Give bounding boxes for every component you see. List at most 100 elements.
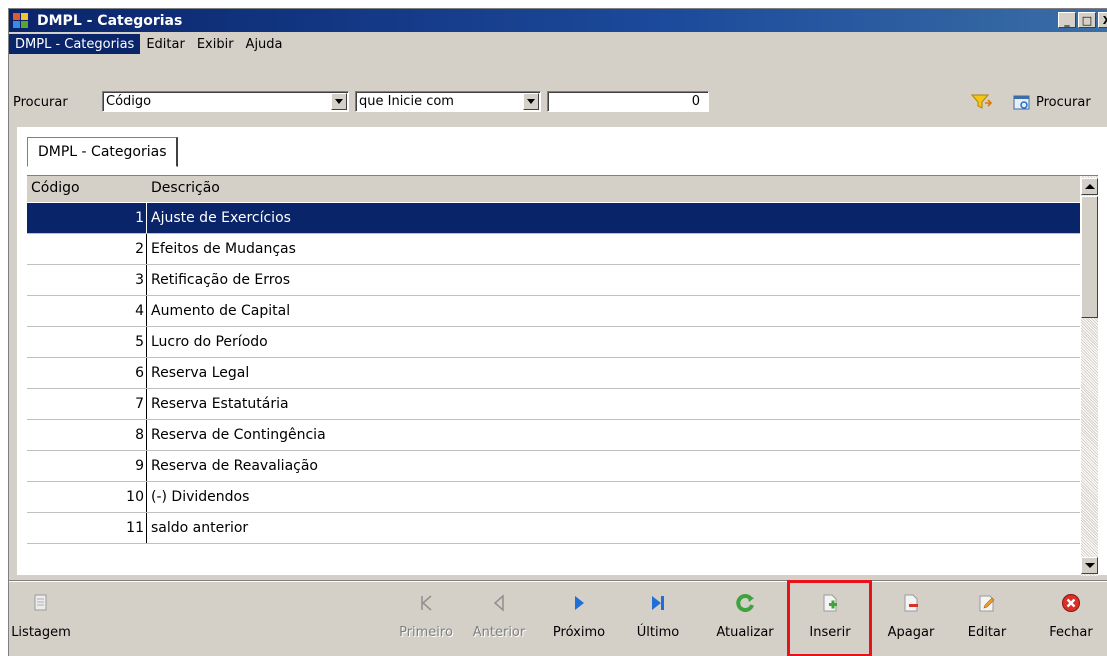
content-panel: DMPL - Categorias Código Descrição 1 Aju… (17, 127, 1107, 576)
cell-codigo: 9 (27, 451, 147, 481)
search-button-label: Procurar (1036, 94, 1091, 110)
editar-button[interactable]: Editar (961, 583, 1013, 656)
search-field-value: Código (106, 94, 152, 109)
cell-descricao: Ajuste de Exercícios (151, 210, 291, 226)
maximize-button[interactable]: □ (1078, 12, 1096, 28)
table-row[interactable]: 5 Lucro do Período (27, 327, 1080, 358)
data-grid: Código Descrição 1 Ajuste de Exercícios … (27, 175, 1098, 576)
vertical-scrollbar[interactable] (1081, 176, 1098, 576)
proximo-label: Próximo (552, 625, 606, 640)
search-field-select[interactable]: Código (102, 91, 349, 112)
table-row[interactable]: 3 Retificação de Erros (27, 265, 1080, 296)
cell-descricao: Reserva de Reavaliação (151, 458, 318, 474)
bottom-toolbar: Listagem Primeiro Anterior Próximo Últim (9, 583, 1107, 656)
app-icon (13, 12, 29, 29)
chevron-down-icon[interactable] (523, 93, 539, 110)
ultimo-button[interactable]: Último (633, 583, 683, 656)
cell-codigo: 11 (27, 513, 147, 543)
previous-record-icon (489, 593, 509, 613)
table-row[interactable]: 4 Aumento de Capital (27, 296, 1080, 327)
cell-codigo: 2 (27, 234, 147, 264)
primeiro-button[interactable]: Primeiro (395, 583, 457, 656)
cell-descricao: Lucro do Período (151, 334, 268, 350)
close-window-button[interactable]: X (1098, 12, 1107, 28)
cell-descricao: Reserva Estatutária (151, 396, 289, 412)
menu-exibir[interactable]: Exibir (191, 34, 240, 54)
table-row[interactable]: 9 Reserva de Reavaliação (27, 451, 1080, 482)
cell-codigo: 1 (27, 203, 147, 233)
grid-rows: 1 Ajuste de Exercícios 2 Efeitos de Muda… (27, 203, 1080, 544)
first-record-icon (416, 593, 436, 613)
cell-descricao: Reserva de Contingência (151, 427, 326, 443)
menu-ajuda[interactable]: Ajuda (240, 34, 289, 54)
table-row[interactable]: 7 Reserva Estatutária (27, 389, 1080, 420)
cell-codigo: 10 (27, 482, 147, 512)
anterior-label: Anterior (472, 625, 526, 640)
window-controls: _ □ X (1058, 12, 1107, 28)
report-icon (31, 593, 51, 613)
table-row[interactable]: 10 (-) Dividendos (27, 482, 1080, 513)
tab-dmpl-categorias[interactable]: DMPL - Categorias (27, 137, 179, 167)
cell-descricao: Retificação de Erros (151, 272, 291, 288)
cell-codigo: 7 (27, 389, 147, 419)
cell-descricao: (-) Dividendos (151, 489, 250, 505)
search-button[interactable]: Procurar (1013, 91, 1091, 113)
chevron-down-icon[interactable] (331, 93, 347, 110)
column-header-descricao[interactable]: Descrição (151, 180, 220, 196)
ultimo-label: Último (636, 625, 680, 640)
search-bar: Procurar Código que Inicie com 0 Procura… (9, 91, 1107, 115)
cell-codigo: 6 (27, 358, 147, 388)
search-label: Procurar (13, 95, 68, 110)
search-icon (1013, 94, 1031, 111)
column-header-codigo[interactable]: Código (31, 180, 80, 196)
table-row[interactable]: 11 saldo anterior (27, 513, 1080, 544)
table-row[interactable]: 8 Reserva de Contingência (27, 420, 1080, 451)
edit-document-icon (977, 593, 997, 613)
fechar-label: Fechar (1049, 625, 1093, 640)
atualizar-label: Atualizar (716, 625, 774, 640)
menu-bar: DMPL - Categorias Editar Exibir Ajuda (9, 33, 1107, 55)
cell-descricao: saldo anterior (151, 520, 249, 536)
scroll-up-icon[interactable] (1081, 178, 1098, 195)
close-icon (1061, 593, 1081, 613)
next-record-icon (569, 593, 589, 613)
cell-codigo: 8 (27, 420, 147, 450)
atualizar-button[interactable]: Atualizar (709, 583, 781, 656)
menu-dmpl-categorias[interactable]: DMPL - Categorias (9, 34, 141, 54)
proximo-button[interactable]: Próximo (544, 583, 614, 656)
listagem-button[interactable]: Listagem (11, 583, 71, 656)
toolbar-separator (9, 580, 1107, 582)
apagar-button[interactable]: Apagar (881, 583, 941, 656)
cell-codigo: 5 (27, 327, 147, 357)
search-mode-select[interactable]: que Inicie com (355, 91, 541, 112)
search-value-input[interactable]: 0 (547, 91, 709, 112)
cell-descricao: Efeitos de Mudanças (151, 241, 296, 257)
title-bar[interactable]: DMPL - Categorias _ □ X (9, 9, 1107, 32)
table-row[interactable]: 1 Ajuste de Exercícios (27, 203, 1080, 234)
cell-descricao: Reserva Legal (151, 365, 250, 381)
inserir-highlight-box (787, 580, 872, 656)
fechar-button[interactable]: Fechar (1041, 583, 1101, 656)
window-title: DMPL - Categorias (37, 12, 183, 29)
minimize-button[interactable]: _ (1058, 12, 1076, 28)
cell-descricao: Aumento de Capital (151, 303, 291, 319)
refresh-icon (735, 593, 755, 613)
primeiro-label: Primeiro (399, 625, 453, 640)
filter-icon[interactable] (970, 93, 993, 111)
scroll-thumb[interactable] (1081, 196, 1098, 318)
delete-document-icon (901, 593, 921, 613)
scroll-down-icon[interactable] (1081, 557, 1098, 574)
menu-editar[interactable]: Editar (140, 34, 191, 54)
search-mode-value: que Inicie com (359, 94, 454, 109)
anterior-button[interactable]: Anterior (467, 583, 531, 656)
last-record-icon (648, 593, 668, 613)
editar-label: Editar (967, 625, 1007, 640)
listagem-label: Listagem (11, 625, 71, 640)
table-row[interactable]: 6 Reserva Legal (27, 358, 1080, 389)
table-row[interactable]: 2 Efeitos de Mudanças (27, 234, 1080, 265)
grid-header: Código Descrição (27, 176, 1080, 202)
app-window: DMPL - Categorias _ □ X DMPL - Categoria… (8, 8, 1107, 656)
cell-codigo: 4 (27, 296, 147, 326)
apagar-label: Apagar (887, 625, 935, 640)
cell-codigo: 3 (27, 265, 147, 295)
